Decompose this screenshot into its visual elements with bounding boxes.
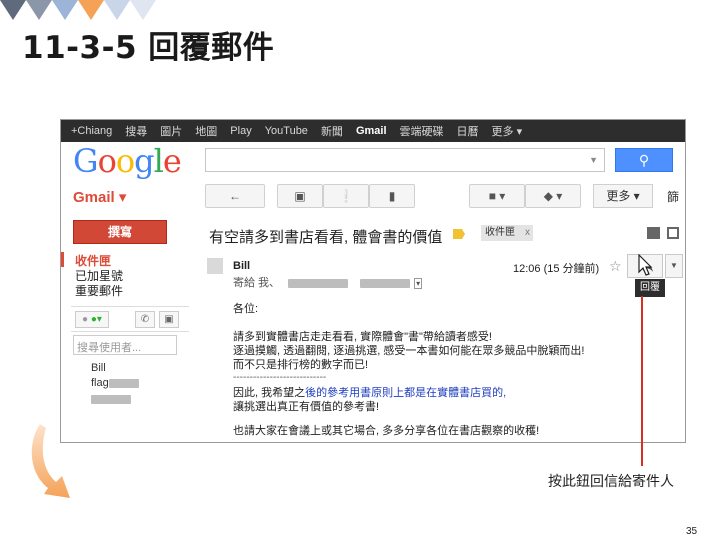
gmail-screenshot: +Chiang 搜尋 圖片 地圖 Play YouTube 新聞 Gmail 雲端硬碟 日曆 更多 … bbox=[60, 119, 686, 443]
slide-title: 11-3-5 回覆郵件 bbox=[22, 30, 275, 66]
more-actions-button[interactable]: ▼ bbox=[665, 254, 683, 278]
topbar-item[interactable]: Gmail bbox=[356, 125, 387, 137]
chat-icon: ▣ bbox=[164, 314, 174, 325]
email-subject: 有空請多到書店看看, 體會書的價值 bbox=[209, 229, 443, 246]
body-divider: ---------------------------- bbox=[233, 372, 327, 383]
contact-item-blurred[interactable] bbox=[91, 393, 131, 405]
callout-text: 按此鈕回信給寄件人 bbox=[548, 474, 674, 490]
blurred-text bbox=[360, 278, 411, 288]
label-chip-text: 收件匣 bbox=[485, 227, 515, 238]
google-logo: Google bbox=[73, 142, 182, 180]
cursor-pointer-icon bbox=[638, 254, 653, 276]
gmail-menu[interactable]: Gmail ▾ bbox=[73, 188, 126, 206]
status-button[interactable]: ● ●▾ bbox=[75, 311, 109, 328]
topbar-item[interactable]: 圖片 bbox=[160, 123, 182, 139]
filter-button-cut[interactable]: 篩 bbox=[667, 188, 679, 205]
spam-icon: ❕ bbox=[338, 189, 354, 203]
back-arrow-icon: ← bbox=[229, 189, 241, 203]
search-input[interactable]: ▼ bbox=[205, 148, 605, 172]
message-header: Bill 寄給 我、 ▾ 12:06 (15 分鐘前) ☆ ▼ bbox=[207, 254, 683, 289]
logo-letter: g bbox=[134, 142, 155, 180]
page-number: 35 bbox=[686, 526, 698, 537]
logo-letter: G bbox=[73, 142, 99, 180]
chat-search-input[interactable]: 搜尋使用者... bbox=[73, 335, 177, 355]
topbar-item[interactable]: 日曆 bbox=[457, 123, 479, 139]
sender-name: Bill bbox=[233, 260, 251, 272]
topbar-item[interactable]: 雲端硬碟 bbox=[400, 123, 444, 139]
chat-button[interactable]: ▣ bbox=[159, 311, 179, 328]
phone-icon: ✆ bbox=[140, 314, 150, 325]
topbar-nav: +Chiang 搜尋 圖片 地圖 Play YouTube 新聞 Gmail 雲端硬碟 日曆 更多 … bbox=[61, 120, 685, 142]
archive-button[interactable]: ▣ bbox=[277, 184, 323, 208]
blurred-text bbox=[288, 278, 349, 288]
topbar-item[interactable]: 更多 ▾ bbox=[492, 123, 523, 139]
trash-icon: ▮ bbox=[388, 189, 396, 203]
recipients-line[interactable]: 寄給 我、 ▾ bbox=[233, 274, 423, 290]
compose-button[interactable]: 撰寫 bbox=[73, 220, 167, 244]
topbar-item[interactable]: 新聞 bbox=[321, 123, 343, 139]
topbar-item[interactable]: YouTube bbox=[265, 125, 308, 137]
sidebar-list: 收件匣 已加星號 重要郵件 bbox=[61, 252, 191, 298]
body-line: 讓挑選出真正有價值的參考書! bbox=[233, 401, 380, 413]
logo-letter: e bbox=[162, 142, 182, 180]
more-button[interactable]: 更多 ▾ bbox=[593, 184, 653, 208]
remove-label-icon[interactable]: x bbox=[525, 225, 530, 241]
sidebar-item[interactable]: 重要郵件 bbox=[61, 282, 191, 298]
delete-button[interactable]: ▮ bbox=[369, 184, 415, 208]
chat-toolbar: ● ●▾ ✆ ▣ bbox=[71, 306, 189, 332]
callout-line bbox=[641, 296, 643, 466]
star-icon[interactable]: ☆ bbox=[609, 258, 622, 275]
new-window-icon[interactable] bbox=[667, 227, 679, 239]
back-button[interactable]: ← bbox=[205, 184, 265, 208]
logo-letter: o bbox=[97, 142, 117, 180]
expand-details-icon[interactable]: ▾ bbox=[414, 278, 423, 289]
contact-item[interactable]: Bill bbox=[91, 362, 106, 374]
reply-tooltip: 回覆 bbox=[635, 279, 665, 297]
message-time: 12:06 (15 分鐘前) bbox=[513, 263, 600, 275]
header-decoration bbox=[0, 0, 156, 20]
blurred-text bbox=[91, 394, 131, 404]
logo-letter: o bbox=[115, 142, 135, 180]
archive-icon: ▣ bbox=[294, 189, 306, 203]
contact-name: flag bbox=[91, 377, 109, 389]
sidebar-item[interactable]: 收件匣 bbox=[61, 252, 191, 268]
folder-icon: ■ ▾ bbox=[488, 189, 506, 203]
label-icon: ◆ ▾ bbox=[543, 189, 563, 203]
curved-arrow-icon bbox=[31, 424, 70, 498]
topbar-item[interactable]: 地圖 bbox=[195, 123, 217, 139]
dropdown-icon: ▼ bbox=[589, 155, 598, 165]
topbar-item[interactable]: +Chiang bbox=[71, 125, 112, 137]
body-greeting: 各位: bbox=[233, 303, 259, 315]
body-line: 也請大家在會議上或其它場合, 多多分享各位在書店觀察的收穫! bbox=[233, 425, 540, 437]
blurred-text bbox=[108, 378, 139, 388]
topbar-item[interactable]: Play bbox=[230, 125, 251, 137]
move-to-button[interactable]: ■ ▾ bbox=[469, 184, 525, 208]
status-dot-icon: ●▾ bbox=[88, 314, 102, 325]
logo-letter: l bbox=[153, 142, 164, 180]
body-line: 而不只是排行榜的數字而已! bbox=[233, 359, 369, 371]
topbar-item[interactable]: 搜尋 bbox=[125, 123, 147, 139]
important-marker-icon[interactable] bbox=[453, 229, 465, 239]
inbox-label-chip: 收件匣 x bbox=[481, 225, 533, 241]
search-button[interactable]: ⚲ bbox=[615, 148, 673, 172]
recipients-text: 寄給 我、 bbox=[233, 277, 281, 289]
sidebar-item[interactable]: 已加星號 bbox=[61, 267, 191, 283]
contact-item[interactable]: flag bbox=[91, 377, 139, 389]
print-icon[interactable] bbox=[647, 227, 660, 239]
spam-button[interactable]: ❕ bbox=[323, 184, 369, 208]
google-topbar: +Chiang 搜尋 圖片 地圖 Play YouTube 新聞 Gmail 雲端硬碟 日曆 更多 … bbox=[61, 120, 685, 142]
labels-button[interactable]: ◆ ▾ bbox=[525, 184, 581, 208]
avatar bbox=[207, 258, 223, 274]
phone-button[interactable]: ✆ bbox=[135, 311, 155, 328]
search-icon: ⚲ bbox=[638, 152, 650, 168]
